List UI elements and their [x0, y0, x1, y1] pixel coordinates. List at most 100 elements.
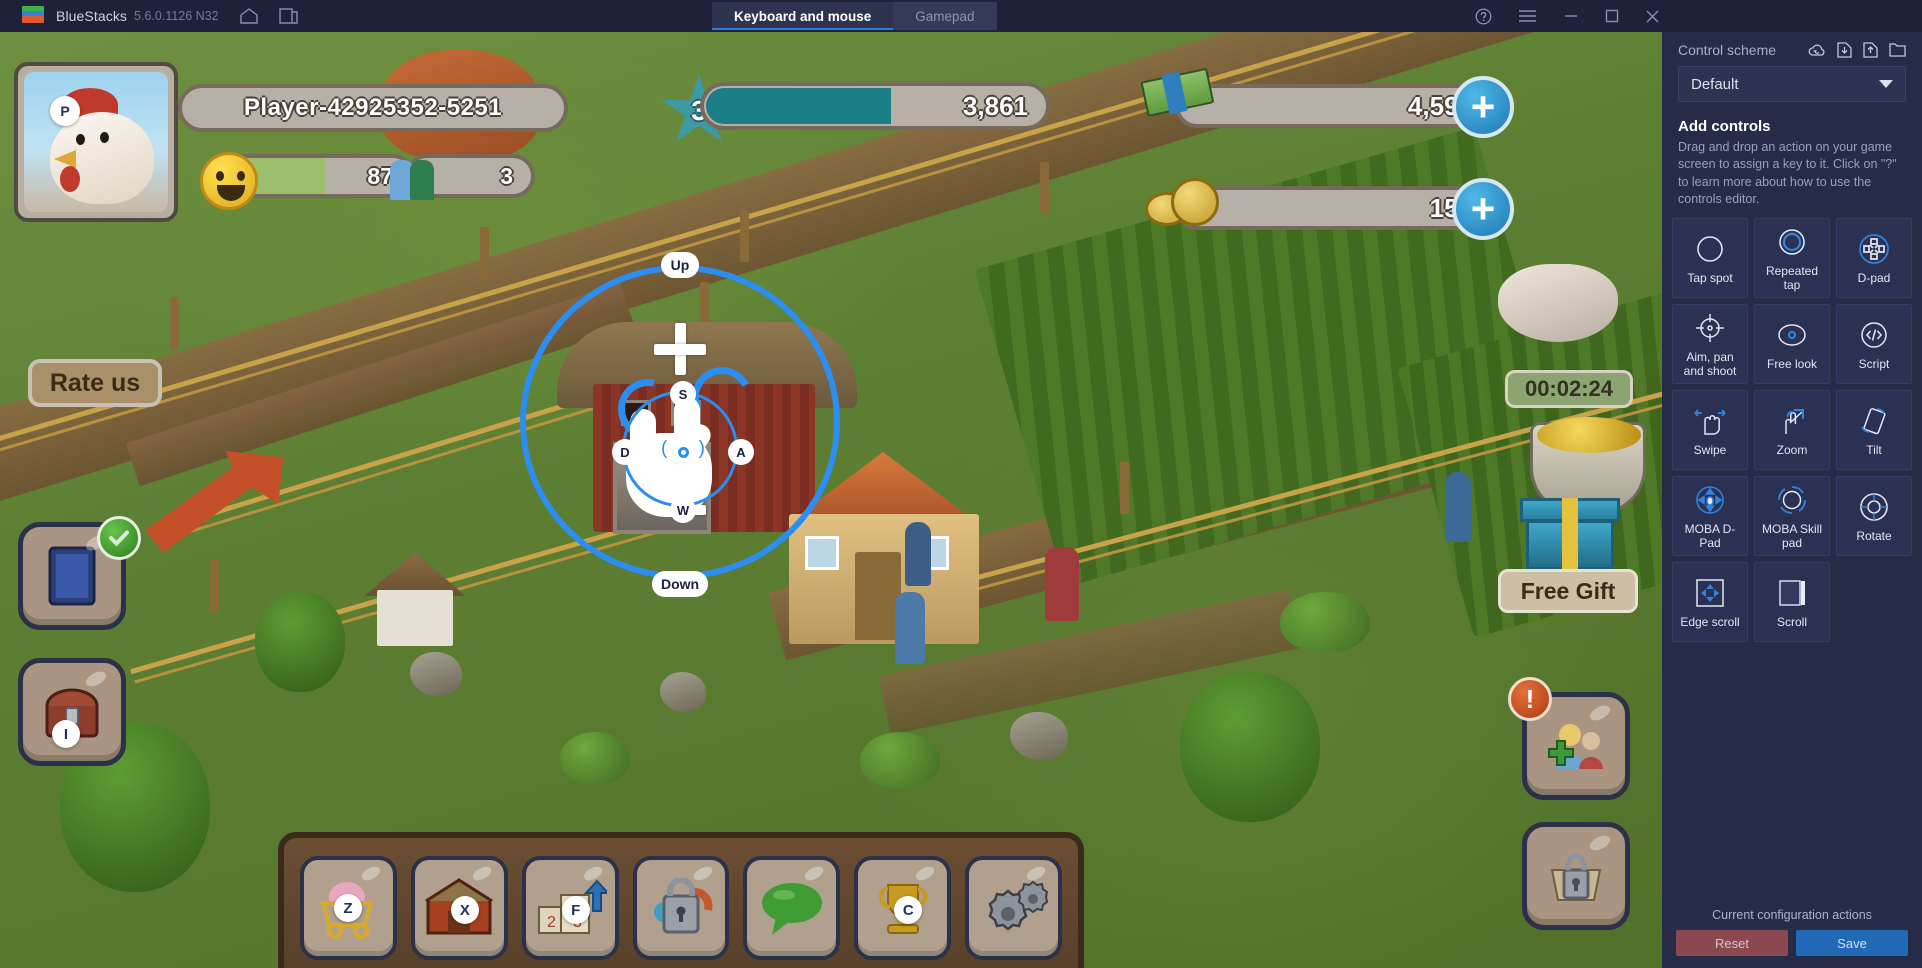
rock-sprite — [1010, 712, 1068, 760]
fence-post — [480, 227, 489, 279]
control-rotate[interactable]: Rotate — [1836, 476, 1912, 556]
lock-icon — [654, 878, 713, 934]
keycap-avatar[interactable]: P — [50, 96, 80, 126]
keycap-market-cart[interactable]: Z — [334, 894, 362, 922]
control-label: Swipe — [1693, 442, 1727, 457]
add-coins-label: + — [1470, 185, 1496, 232]
market-cart-slot[interactable]: Z — [300, 856, 397, 960]
control-moba-skillpad[interactable]: MOBA Skill pad — [1754, 476, 1830, 556]
control-tilt[interactable]: Tilt — [1836, 390, 1912, 470]
import-icon[interactable] — [1837, 42, 1852, 58]
control-scheme-select[interactable]: Default — [1678, 66, 1906, 102]
cow-sprite — [1498, 264, 1618, 342]
control-swipe[interactable]: Swipe — [1672, 390, 1748, 470]
panel-spacer — [1662, 642, 1922, 908]
control-label: Repeated tap — [1765, 263, 1819, 292]
chat-slot[interactable] — [743, 856, 841, 960]
xp-pill: 3,861 — [700, 82, 1050, 130]
control-label: Edge scroll — [1680, 614, 1740, 629]
control-label: Zoom — [1776, 442, 1808, 457]
add-cash-label: + — [1470, 83, 1496, 130]
footer-buttons: Reset Save — [1676, 930, 1908, 956]
bluestacks-logo-icon — [22, 6, 44, 26]
bush-sprite — [1280, 592, 1370, 652]
tab-gamepad-label: Gamepad — [915, 8, 975, 24]
control-tap-spot[interactable]: Tap spot — [1672, 218, 1748, 298]
control-label: Rotate — [1856, 528, 1892, 543]
footer-label: Current configuration actions — [1712, 908, 1872, 922]
player-avatar-frame[interactable]: P — [14, 62, 178, 222]
moba-skillpad-icon — [1776, 482, 1808, 518]
control-label: Aim, pan and shoot — [1683, 349, 1737, 378]
small-house-sprite — [355, 552, 475, 662]
add-controls-title: Add controls — [1678, 118, 1771, 135]
scroll-icon — [1776, 575, 1808, 611]
gift-box-icon — [1520, 484, 1620, 570]
fence-post — [1040, 162, 1049, 214]
upgrade-slot[interactable]: 2 3 F — [521, 856, 619, 960]
reset-button[interactable]: Reset — [1676, 930, 1788, 956]
app-name: BlueStacks — [56, 8, 128, 24]
tree-sprite — [255, 592, 345, 692]
fence-post — [210, 560, 219, 612]
control-scheme-value: Default — [1691, 75, 1739, 93]
rate-us-button[interactable]: Rate us — [28, 359, 162, 407]
keycap-chest[interactable]: I — [52, 720, 80, 748]
avatar — [24, 72, 168, 212]
barn-slot[interactable]: X — [410, 856, 508, 960]
trophy-slot[interactable]: C — [854, 856, 952, 960]
control-scheme-label: Control scheme — [1678, 42, 1777, 58]
control-repeated-tap[interactable]: Repeated tap — [1754, 218, 1830, 298]
locked-slot[interactable] — [632, 856, 730, 960]
keycap-barn[interactable]: X — [450, 896, 479, 924]
tab-keyboard-and-mouse[interactable]: Keyboard and mouse — [712, 2, 894, 30]
tap-spot-icon — [1695, 231, 1725, 267]
tab-gamepad[interactable]: Gamepad — [893, 2, 997, 30]
alert-badge-label: ! — [1525, 683, 1535, 714]
coins-pill: 150 — [1175, 186, 1495, 230]
tab-keyboard-and-mouse-label: Keyboard and mouse — [734, 8, 872, 24]
locked-bag-button[interactable] — [1522, 822, 1630, 930]
control-zoom[interactable]: Zoom — [1754, 390, 1830, 470]
control-free-look[interactable]: Free look — [1754, 304, 1830, 384]
add-cash-button[interactable]: + — [1452, 76, 1514, 138]
fence-post — [170, 297, 179, 349]
help-icon[interactable] — [1475, 8, 1492, 25]
game-viewport[interactable]: P Player-42925352-5251 87 3 3 3,861 4,59… — [0, 32, 1662, 968]
control-dpad[interactable]: D-pad — [1836, 218, 1912, 298]
tree-sprite — [1180, 672, 1320, 822]
fence-post — [740, 210, 749, 262]
happiness-icon — [200, 152, 258, 210]
npc-sprite — [1445, 472, 1471, 542]
window-controls — [1475, 0, 1660, 32]
folder-icon[interactable] — [1889, 43, 1906, 57]
hamburger-menu-icon[interactable] — [1518, 9, 1537, 23]
save-button[interactable]: Save — [1796, 930, 1908, 956]
aim-pan-shoot-icon — [1694, 310, 1726, 346]
control-scroll[interactable]: Scroll — [1754, 562, 1830, 642]
export-icon[interactable] — [1863, 42, 1878, 58]
cloud-sync-icon[interactable] — [1808, 43, 1826, 58]
control-label: Tap spot — [1687, 270, 1733, 285]
free-gift-button[interactable]: Free Gift — [1498, 569, 1638, 613]
npc-sprite — [895, 592, 925, 664]
zoom-icon — [1776, 403, 1808, 439]
xp-value: 3,861 — [962, 90, 1028, 121]
locked-bag-icon — [1550, 853, 1602, 901]
minimize-icon[interactable] — [1563, 10, 1579, 22]
close-icon[interactable] — [1645, 9, 1660, 24]
neighbor-alert-badge: ! — [1508, 677, 1552, 721]
multi-instance-icon[interactable] — [278, 7, 298, 25]
control-moba-dpad[interactable]: MOBA D-Pad — [1672, 476, 1748, 556]
add-coins-button[interactable]: + — [1452, 178, 1514, 240]
maximize-icon[interactable] — [1605, 9, 1619, 23]
keycap-upgrade[interactable]: F — [561, 896, 590, 924]
dpad-down-key[interactable]: Down — [652, 571, 709, 597]
swipe-icon — [1693, 403, 1727, 439]
home-icon[interactable] — [239, 7, 259, 25]
control-script[interactable]: Script — [1836, 304, 1912, 384]
chest-button[interactable] — [18, 658, 126, 766]
control-aim-pan-shoot[interactable]: Aim, pan and shoot — [1672, 304, 1748, 384]
control-edge-scroll[interactable]: Edge scroll — [1672, 562, 1748, 642]
settings-slot[interactable] — [965, 856, 1063, 960]
